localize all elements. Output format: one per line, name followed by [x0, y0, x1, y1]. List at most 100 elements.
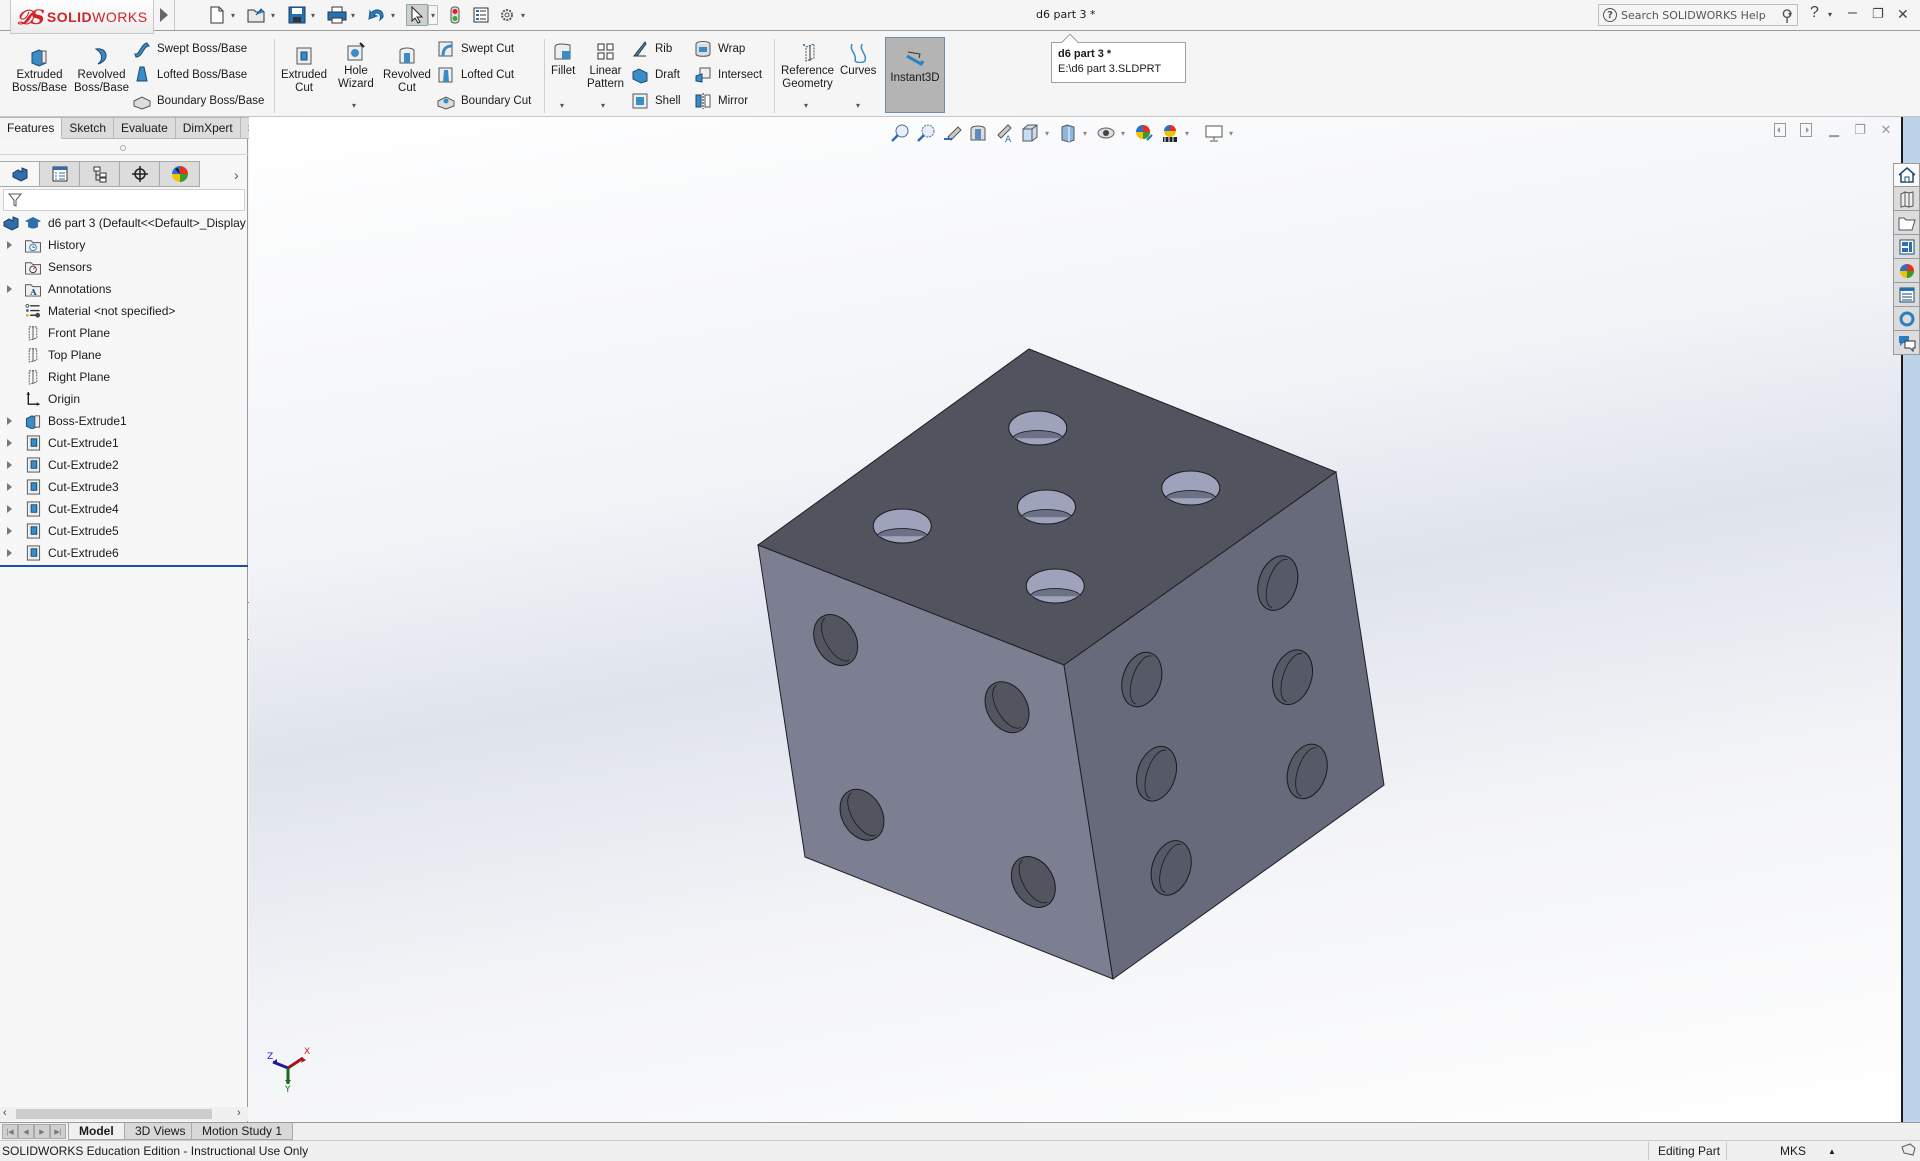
tree-item-history[interactable]: History [0, 234, 248, 256]
revolved-cut-button[interactable]: Revolved Cut [383, 45, 431, 95]
undo-icon[interactable] [366, 4, 388, 26]
expand-arrow-icon[interactable] [7, 527, 12, 535]
minimize-button[interactable]: – [1848, 4, 1857, 22]
intersect-button[interactable]: Intersect [694, 66, 762, 84]
print-icon[interactable] [326, 4, 348, 26]
expand-arrow-icon[interactable] [7, 461, 12, 469]
file-explorer-icon[interactable] [1893, 211, 1920, 235]
top-face-pip[interactable] [872, 508, 932, 544]
menu-expand-arrow-icon[interactable] [160, 8, 168, 22]
collaboration-icon[interactable] [1893, 331, 1920, 355]
expand-arrow-icon[interactable] [7, 417, 12, 425]
first-tab-icon[interactable]: |◀ [2, 1124, 18, 1139]
shell-button[interactable]: Shell [631, 92, 681, 110]
linear-pattern-dropdown-icon[interactable]: ▾ [601, 101, 605, 110]
tree-root-item[interactable]: d6 part 3 (Default<<Default>_Display [0, 212, 248, 234]
open-folder-icon[interactable] [246, 4, 268, 26]
tree-item-front-plane[interactable]: Front Plane [0, 322, 248, 344]
rollback-bar[interactable] [0, 565, 248, 567]
search-dropdown-icon[interactable]: ▾ [1788, 10, 1792, 19]
tree-item-right-plane[interactable]: Right Plane [0, 366, 248, 388]
help-dropdown-icon[interactable]: ▾ [1828, 10, 1832, 19]
new-document-icon[interactable] [206, 4, 228, 26]
solidworks-resources-icon[interactable] [1893, 163, 1920, 187]
open-dropdown-icon[interactable]: ▾ [268, 4, 278, 26]
expand-arrow-icon[interactable] [7, 241, 12, 249]
help-menu-button[interactable]: ? [1810, 4, 1819, 22]
expand-arrow-icon[interactable] [7, 549, 12, 557]
linear-pattern-button[interactable]: Linear Pattern [587, 41, 624, 91]
top-face-pip[interactable] [1017, 489, 1076, 525]
dimxpertmanager-tab[interactable] [120, 161, 160, 187]
fillet-button[interactable]: Fillet [551, 41, 575, 78]
featuremanager-tab[interactable] [0, 161, 40, 187]
tab-motion-study-1[interactable]: Motion Study 1 [191, 1123, 294, 1140]
appearances-icon[interactable] [1893, 259, 1920, 283]
boundary-cut-button[interactable]: Boundary Cut [437, 92, 531, 110]
tab-dimxpert[interactable]: DimXpert [175, 117, 241, 139]
boundary-boss-button[interactable]: Boundary Boss/Base [133, 92, 264, 110]
draft-button[interactable]: Draft [631, 66, 680, 84]
tab-model[interactable]: Model [68, 1123, 125, 1140]
wrap-button[interactable]: Wrap [694, 40, 745, 58]
swept-cut-button[interactable]: Swept Cut [437, 40, 514, 58]
tree-item-boss-extrude1[interactable]: Boss-Extrude1 [0, 410, 248, 432]
tree-filter-input[interactable] [3, 189, 245, 211]
tree-item-cut-extrude5[interactable]: Cut-Extrude5 [0, 520, 248, 542]
expand-arrow-icon[interactable] [7, 439, 12, 447]
mirror-button[interactable]: Mirror [694, 92, 748, 110]
more-tabs-chevron-icon[interactable]: › [234, 167, 239, 183]
scroll-right-icon[interactable]: › [237, 1107, 241, 1119]
fillet-dropdown-icon[interactable]: ▾ [560, 101, 564, 110]
tree-item-sensors[interactable]: Sensors [0, 256, 248, 278]
design-library-icon[interactable] [1893, 187, 1920, 211]
tree-item-annotations[interactable]: A Annotations [0, 278, 248, 300]
select-cursor-icon[interactable] [406, 4, 428, 26]
tree-item-cut-extrude2[interactable]: Cut-Extrude2 [0, 454, 248, 476]
units-dropdown-icon[interactable]: ▲ [1828, 1147, 1836, 1156]
displaymanager-tab[interactable] [160, 161, 200, 187]
tree-item-cut-extrude6[interactable]: Cut-Extrude6 [0, 542, 248, 564]
hole-wizard-button[interactable]: Hole Wizard [338, 41, 374, 91]
reference-geometry-dropdown-icon[interactable]: ▾ [804, 101, 808, 110]
gear-icon[interactable] [496, 4, 518, 26]
top-face-pip[interactable] [1025, 568, 1085, 604]
restore-button[interactable]: ❐ [1872, 6, 1884, 22]
reference-geometry-button[interactable]: Reference Geometry [781, 41, 834, 91]
custom-properties-icon[interactable] [1893, 283, 1920, 307]
revolved-boss-button[interactable]: Revolved Boss/Base [74, 45, 129, 95]
tree-item-top-plane[interactable]: Top Plane [0, 344, 248, 366]
curves-button[interactable]: Curves [840, 41, 876, 78]
undo-dropdown-icon[interactable]: ▾ [388, 4, 398, 26]
last-tab-icon[interactable]: ▶| [50, 1124, 66, 1139]
tree-item-material-not-specified[interactable]: Material <not specified> [0, 300, 248, 322]
rib-button[interactable]: Rib [631, 40, 672, 58]
search-help-input[interactable]: ? Search SOLIDWORKS Help ⚲ [1598, 4, 1798, 26]
instant3d-toggle[interactable]: Instant3D [885, 37, 945, 113]
panel-horizontal-scrollbar[interactable]: ‹ › [0, 1107, 248, 1121]
select-dropdown-icon[interactable]: ▾ [428, 5, 438, 25]
graphics-area[interactable]: A ▾ ▾ ▾ ▾ ▾ ▁ ❐ ✕ X Z Y [249, 117, 1901, 1122]
expand-arrow-icon[interactable] [7, 505, 12, 513]
scroll-left-icon[interactable]: ‹ [3, 1107, 7, 1119]
hole-wizard-dropdown-icon[interactable]: ▾ [352, 101, 356, 110]
extruded-cut-button[interactable]: Extruded Cut [281, 45, 327, 95]
print-dropdown-icon[interactable]: ▾ [348, 4, 358, 26]
propertymanager-tab[interactable] [40, 161, 80, 187]
solidworks-logo-button[interactable]: 𝒟S SOLIDWORKS [10, 0, 154, 34]
panel-splitter-handle[interactable] [0, 143, 248, 155]
tree-item-cut-extrude1[interactable]: Cut-Extrude1 [0, 432, 248, 454]
new-dropdown-icon[interactable]: ▾ [228, 4, 238, 26]
lofted-boss-button[interactable]: Lofted Boss/Base [133, 66, 247, 84]
close-button[interactable]: ✕ [1897, 6, 1909, 23]
traffic-light-icon[interactable] [444, 4, 466, 26]
extruded-boss-button[interactable]: Extruded Boss/Base [12, 45, 67, 95]
tab-3d-views[interactable]: 3D Views [124, 1123, 197, 1140]
lofted-cut-button[interactable]: Lofted Cut [437, 66, 514, 84]
die-model[interactable] [249, 117, 1901, 1122]
options-dropdown-icon[interactable]: ▾ [518, 4, 528, 26]
tree-item-cut-extrude4[interactable]: Cut-Extrude4 [0, 498, 248, 520]
previous-tab-icon[interactable]: ◀ [18, 1124, 34, 1139]
view-palette-icon[interactable] [1893, 235, 1920, 259]
tab-features[interactable]: Features [0, 117, 63, 139]
